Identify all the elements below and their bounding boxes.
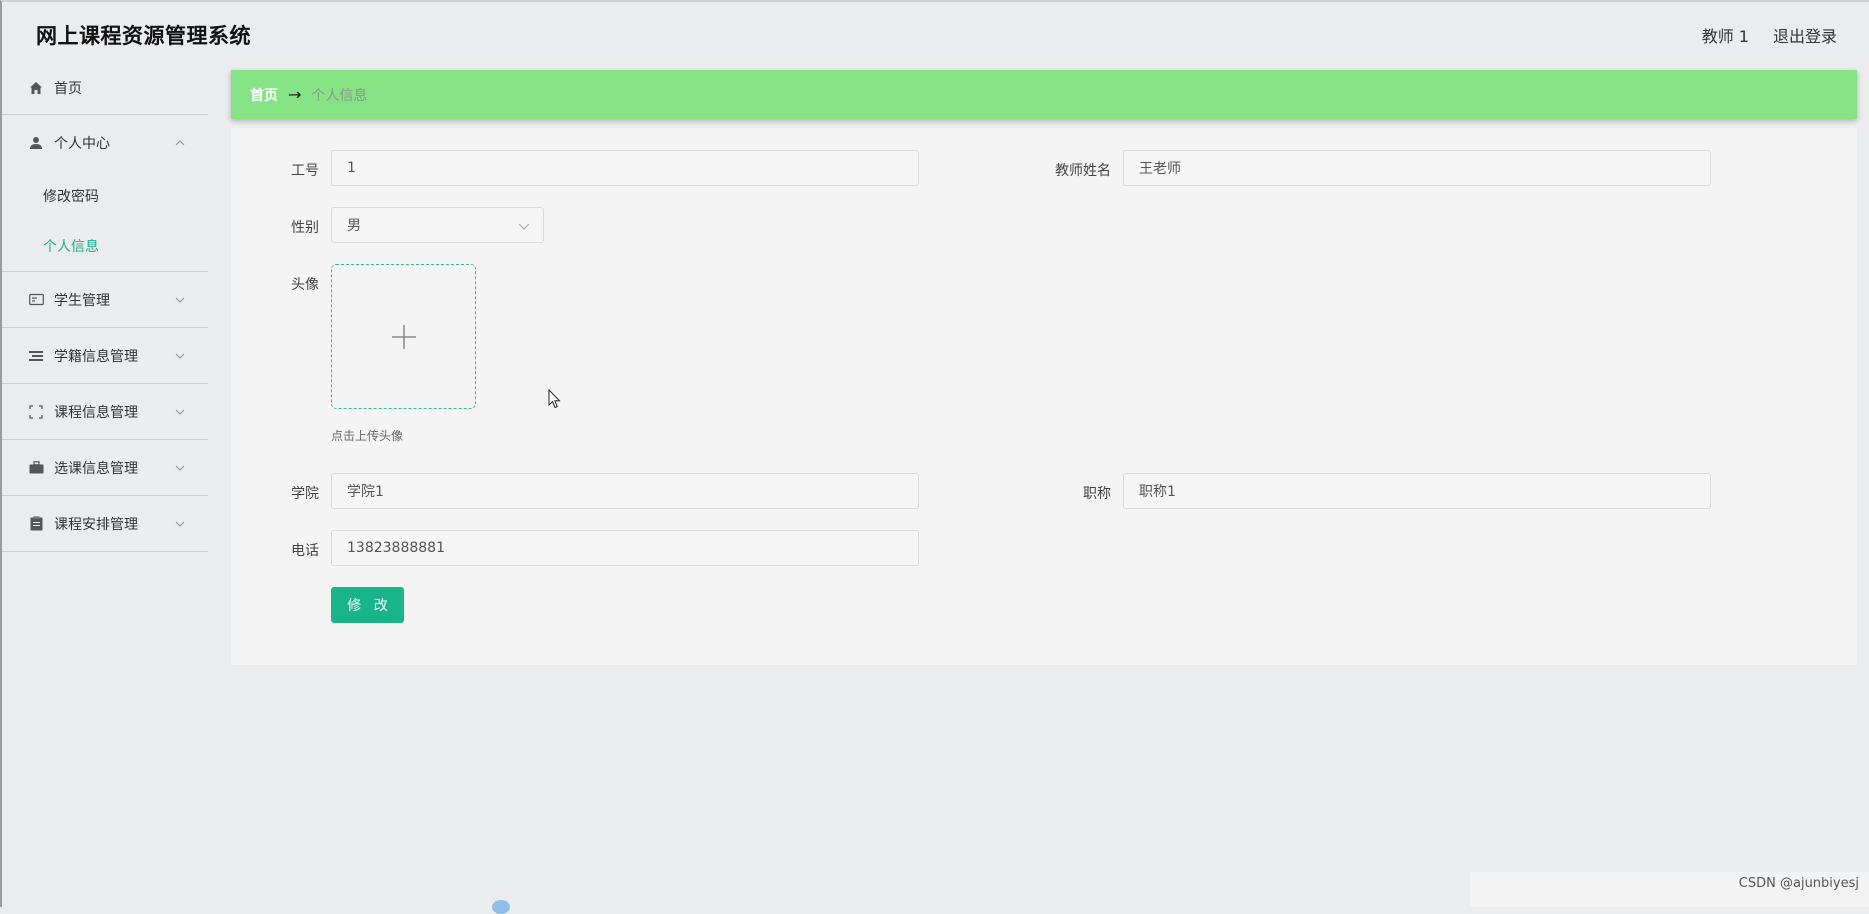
user-icon	[28, 135, 44, 151]
current-user[interactable]: 教师 1	[1702, 23, 1749, 47]
sidebar-item-course-selection-mgmt[interactable]: 选课信息管理	[2, 440, 208, 496]
sidebar-item-personal-center[interactable]: 个人中心	[2, 115, 208, 171]
mouse-cursor-icon	[548, 389, 562, 409]
chevron-up-icon	[172, 135, 188, 151]
phone-label: 电话	[289, 540, 319, 560]
briefcase-icon	[28, 460, 44, 476]
sidebar-item-course-schedule-mgmt[interactable]: 课程安排管理	[2, 496, 208, 552]
plus-icon	[391, 324, 417, 350]
title-field[interactable]: 职称1	[1123, 473, 1711, 509]
sidebar-item-student-mgmt[interactable]: 学生管理	[2, 272, 208, 328]
title-label: 职称	[1071, 483, 1111, 503]
chevron-down-icon	[172, 404, 188, 420]
sidebar-subitem-change-password[interactable]: 修改密码	[2, 171, 208, 221]
chevron-down-icon	[517, 219, 531, 233]
sidebar-item-home[interactable]: 首页	[2, 62, 208, 115]
sidebar-item-label: 学生管理	[54, 290, 110, 310]
employee-id-label: 工号	[289, 160, 319, 180]
profile-form-panel: 工号 1 教师姓名 王老师 性别 男 头像 点击上传头像 学院 学院1 职称 职…	[231, 128, 1857, 665]
chevron-down-icon	[172, 348, 188, 364]
sidebar-group-personal: 个人中心 修改密码 个人信息	[2, 115, 208, 272]
sidebar-item-label: 学籍信息管理	[54, 346, 138, 366]
sidebar-item-label: 首页	[54, 78, 82, 98]
logout-link[interactable]: 退出登录	[1773, 23, 1837, 47]
sidebar-item-label: 个人中心	[54, 133, 110, 153]
avatar-label: 头像	[289, 274, 319, 294]
teacher-name-label: 教师姓名	[1041, 160, 1111, 180]
update-button[interactable]: 修 改	[331, 587, 404, 623]
top-header: 网上课程资源管理系统 教师 1 退出登录	[0, 0, 1869, 62]
fullscreen-icon	[28, 404, 44, 420]
sidebar-subitem-personal-info[interactable]: 个人信息	[2, 221, 208, 271]
id-card-icon	[28, 292, 44, 308]
breadcrumb: 首页 → 个人信息	[231, 70, 1857, 119]
floating-indicator	[492, 900, 510, 914]
avatar-upload[interactable]	[331, 264, 476, 409]
college-label: 学院	[289, 483, 319, 503]
sidebar-item-enrollment-mgmt[interactable]: 学籍信息管理	[2, 328, 208, 384]
college-field[interactable]: 学院1	[331, 473, 919, 509]
sidebar-item-label: 课程安排管理	[54, 514, 138, 534]
app-title: 网上课程资源管理系统	[36, 20, 251, 50]
sidebar-item-label: 课程信息管理	[54, 402, 138, 422]
list-icon	[28, 348, 44, 364]
chevron-down-icon	[172, 460, 188, 476]
sidebar-item-course-mgmt[interactable]: 课程信息管理	[2, 384, 208, 440]
breadcrumb-home[interactable]: 首页	[250, 85, 278, 105]
breadcrumb-current: 个人信息	[311, 85, 367, 105]
chevron-down-icon	[172, 516, 188, 532]
header-actions: 教师 1 退出登录	[1702, 23, 1837, 47]
avatar-upload-hint: 点击上传头像	[331, 427, 403, 444]
gender-select[interactable]: 男	[331, 207, 544, 243]
gender-label: 性别	[289, 217, 319, 237]
phone-field[interactable]: 13823888881	[331, 530, 919, 566]
chevron-down-icon	[172, 292, 188, 308]
sidebar-item-label: 选课信息管理	[54, 458, 138, 478]
watermark: CSDN @ajunbiyesj	[1739, 876, 1859, 891]
home-icon	[28, 80, 44, 96]
gender-select-value: 男	[347, 215, 361, 235]
employee-id-field[interactable]: 1	[331, 150, 919, 186]
clipboard-icon	[28, 516, 44, 532]
teacher-name-field[interactable]: 王老师	[1123, 150, 1711, 186]
sidebar: 首页 个人中心 修改密码 个人信息 学生管理 学籍信息管理 课程信息管理	[0, 62, 208, 907]
breadcrumb-arrow: →	[288, 85, 301, 104]
